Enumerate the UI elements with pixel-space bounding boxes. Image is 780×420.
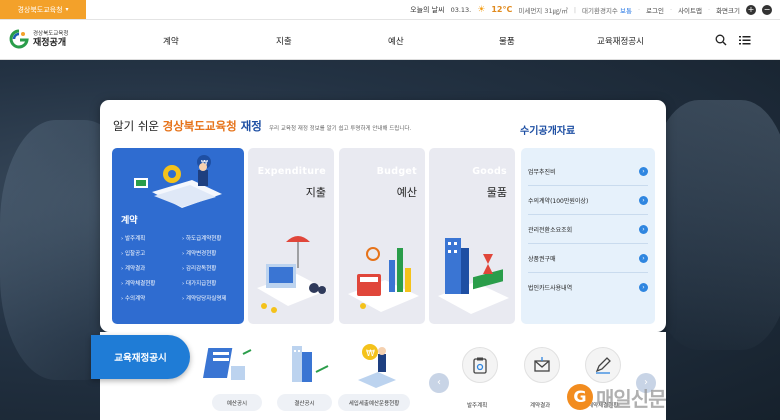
contract-illustration-icon: ₩	[134, 155, 222, 208]
revenue-expenditure-icon: ₩	[358, 344, 396, 388]
utility-bar: 경상북도교육청 ▾ 오늘의 날씨 03.13. ☀ 12°C 미세먼지 31㎍/…	[0, 0, 780, 20]
chevron-right-icon: ›	[639, 166, 648, 176]
air-quality-info: 대기환경지수 보통	[582, 6, 632, 15]
chevron-right-icon: ›	[639, 224, 648, 234]
pill-settlement-disclosure[interactable]: 결산공시	[277, 394, 332, 411]
tile-en-label: Budget	[376, 166, 417, 177]
weather-label: 오늘의 날씨	[410, 5, 445, 14]
tile-ko-label: 예산	[396, 186, 417, 199]
contract-link[interactable]: › 계약담당자실명제	[182, 294, 241, 302]
prev-arrow-icon[interactable]: ‹	[429, 373, 449, 393]
goods-illustration-icon	[438, 238, 509, 314]
sitemap-link[interactable]: 사이트맵	[678, 5, 702, 15]
weather-date: 03.13.	[450, 5, 472, 14]
chevron-right-icon: ›	[639, 283, 648, 292]
watermark-text: 매일신문	[596, 386, 667, 411]
contract-link[interactable]: › 감리감독현황	[182, 264, 241, 272]
contract-link[interactable]: › 입찰공고	[121, 249, 180, 257]
contract-title: 계약	[121, 216, 138, 226]
tile-ko-label: 지출	[305, 186, 326, 199]
contract-link[interactable]: › 계약결과	[121, 264, 180, 272]
card-subtitle: 우리 교육청 재정 정보를 알기 쉽고 투명하게 안내해 드립니다.	[269, 126, 412, 132]
settlement-disclosure-icon	[292, 346, 329, 382]
chevron-right-icon: ›	[639, 253, 648, 263]
contract-link[interactable]: › 하도급계약현황	[182, 234, 241, 242]
records-title: 수기공개자료	[520, 126, 576, 137]
expenditure-tile[interactable]: Expenditure 지출	[248, 148, 334, 324]
region-selector[interactable]: 경상북도교육청 ▾	[0, 0, 86, 19]
pill-revenue-expenditure[interactable]: 세입세출예산운용현황	[338, 394, 410, 411]
contract-link[interactable]: › 수의계약	[121, 294, 180, 302]
record-item[interactable]: 상품권구매 ›	[528, 244, 648, 273]
edu-disclosure-button[interactable]: 교육재정공시	[91, 335, 190, 379]
temperature: 12°C	[491, 5, 513, 14]
tile-en-label: Expenditure	[257, 166, 326, 177]
tile-ko-label: 물품	[486, 186, 507, 199]
nav-item-expenditure[interactable]: 지출	[276, 35, 292, 47]
finance-card: 알기 쉬운 경상북도교육청 재정 우리 교육청 재정 정보를 알기 쉽고 투명하…	[100, 100, 666, 332]
login-link[interactable]: 로그인	[646, 5, 664, 15]
records-list: 업무추진비 › 수의계약(100만원이상) › 관리전환소요조회 › 상품권구매 › 법…	[521, 148, 655, 324]
record-item[interactable]: 관리전환소요조회 ›	[528, 215, 648, 244]
contract-links: › 발주계획 › 하도급계약현황 › 입찰공고 › 계약변경현황 › 계약결과 …	[121, 234, 241, 302]
budget-tile[interactable]: Budget 예산	[339, 148, 425, 324]
zoom-in-button[interactable]: +	[746, 4, 756, 15]
goods-tile[interactable]: Goods 물품	[429, 148, 515, 324]
contract-status-shortcut[interactable]	[585, 347, 621, 383]
chevron-down-icon: ▾	[65, 6, 69, 13]
pen-icon	[595, 357, 611, 374]
record-item[interactable]: 수의계약(100만원이상) ›	[528, 186, 648, 215]
dust-info: 미세먼지 31㎍/㎥	[518, 6, 568, 15]
watermark-logo-icon: G	[567, 384, 593, 410]
budget-illustration-icon	[348, 247, 419, 312]
record-item[interactable]: 법인카드사용내역 ›	[528, 273, 648, 302]
contract-link[interactable]: › 계약체결현황	[121, 279, 180, 287]
shortcut-label: 발주계획	[467, 403, 488, 409]
nav-item-budget[interactable]: 예산	[388, 35, 404, 47]
budget-disclosure-icon	[203, 348, 252, 380]
contract-link[interactable]: › 발주계획	[121, 234, 180, 242]
watermark: G 매일신문	[567, 380, 667, 414]
order-plan-shortcut[interactable]	[462, 347, 498, 383]
sun-icon: ☀	[477, 4, 486, 15]
contract-link[interactable]: › 계약변경현황	[182, 249, 241, 257]
nav-item-goods[interactable]: 물품	[499, 35, 515, 47]
envelope-icon	[534, 357, 550, 372]
chevron-right-icon: ›	[639, 195, 648, 205]
main-nav: 계약 지출 예산 물품 교육재정공시	[0, 20, 780, 60]
clipboard-icon	[473, 357, 487, 374]
tile-en-label: Goods	[472, 166, 507, 177]
pill-budget-disclosure[interactable]: 예산공시	[212, 394, 262, 411]
nav-item-edu-finance[interactable]: 교육재정공시	[597, 35, 644, 47]
search-icon[interactable]	[715, 34, 727, 46]
zoom-out-button[interactable]: −	[762, 4, 772, 15]
nav-item-contract[interactable]: 계약	[163, 35, 179, 47]
contract-tile[interactable]: ₩ 계약 › 발주계획 › 하도급계약현황 › 입찰공고 › 계약변경현황 › …	[112, 148, 244, 324]
svg-text:₩: ₩	[366, 349, 375, 359]
site-header: 경상북도교육청 재정공개 계약 지출 예산 물품 교육재정공시	[0, 20, 780, 60]
menu-icon[interactable]	[739, 34, 751, 46]
contract-result-shortcut[interactable]	[524, 347, 560, 383]
shortcut-label: 계약결과	[530, 403, 551, 409]
region-label: 경상북도교육청	[17, 5, 63, 14]
screen-size-label: 화면크기	[716, 6, 740, 15]
contract-link[interactable]: › 대가지급현황	[182, 279, 241, 287]
expenditure-illustration-icon	[257, 236, 328, 313]
card-title: 알기 쉬운 경상북도교육청 재정	[113, 119, 262, 133]
record-item[interactable]: 업무추진비 ›	[528, 157, 648, 186]
